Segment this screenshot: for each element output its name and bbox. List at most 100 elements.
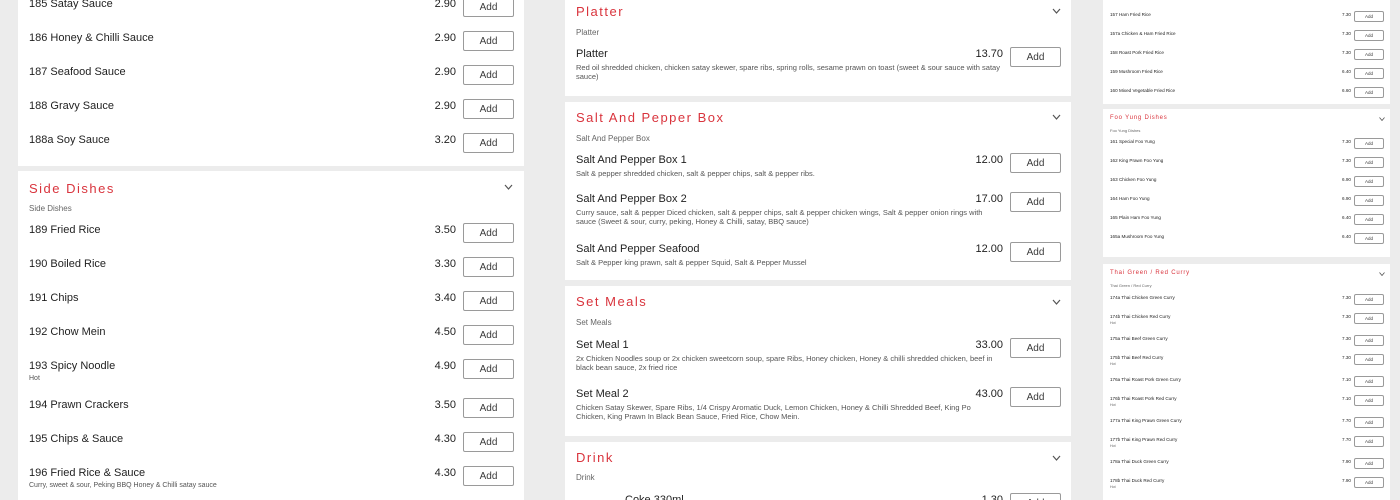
- menu-item-row: 178b Thai Duck Red Curry Hot 7.90 Add: [1103, 477, 1390, 492]
- chevron-down-icon[interactable]: [1379, 117, 1385, 121]
- item-name: 174a Thai Chicken Green Curry: [1110, 295, 1175, 300]
- item-price: 7.30: [1342, 139, 1351, 144]
- menu-item-row: 177b Thai King Prawn Red Curry Hot 7.70 Add: [1103, 436, 1390, 451]
- item-price: 4.50: [434, 326, 456, 338]
- add-to-cart-button[interactable]: Add: [1354, 335, 1384, 346]
- item-name: 185 Satay Sauce: [29, 0, 113, 10]
- add-to-cart-button[interactable]: Add: [1010, 47, 1061, 67]
- add-to-cart-button[interactable]: Add: [1354, 233, 1384, 244]
- add-to-cart-button[interactable]: Add: [463, 0, 514, 17]
- add-to-cart-button[interactable]: Add: [1354, 87, 1384, 98]
- menu-item-row: 188 Gravy Sauce 2.90 Add: [18, 99, 524, 130]
- item-price: 6.40: [1342, 69, 1351, 74]
- item-name: Salt And Pepper Box 1: [576, 154, 687, 166]
- menu-item-row: 162 King Prawn Foo Yung 7.30 Add: [1103, 157, 1390, 172]
- item-price: 33.00: [975, 339, 1003, 351]
- item-name: 157 Ham Fried Rice: [1110, 12, 1151, 17]
- item-name: Set Meal 1: [576, 339, 629, 351]
- menu-item-row: 175b Thai Beef Red Curry Hot 7.30 Add: [1103, 354, 1390, 369]
- menu-item-row: 189 Fried Rice 3.50 Add: [18, 223, 524, 254]
- side-dishes-card: Side Dishes Side Dishes 189 Fried Rice 3.…: [18, 171, 524, 500]
- item-description-line1: Curry sauce, salt & pepper Diced chicken…: [576, 208, 983, 217]
- add-to-cart-button[interactable]: Add: [1354, 354, 1384, 365]
- add-to-cart-button[interactable]: Add: [1010, 192, 1061, 212]
- add-to-cart-button[interactable]: Add: [463, 99, 514, 119]
- section-subtitle-salt-pepper: Salt And Pepper Box: [576, 134, 650, 143]
- menu-item-row: 193 Spicy Noodle Hot 4.90 Add: [18, 359, 524, 390]
- add-to-cart-button[interactable]: Add: [1354, 436, 1384, 447]
- item-price: 2.90: [434, 66, 456, 78]
- chevron-down-icon[interactable]: [1052, 114, 1061, 120]
- chevron-down-icon[interactable]: [1379, 272, 1385, 276]
- add-to-cart-button[interactable]: Add: [1354, 49, 1384, 60]
- item-description: Hot: [1110, 403, 1116, 407]
- add-to-cart-button[interactable]: Add: [1354, 395, 1384, 406]
- menu-item-row: 160 Mixed Vegetable Fried Rice 6.60 Add: [1103, 87, 1390, 102]
- section-title-salt-pepper: Salt And Pepper Box: [576, 110, 725, 125]
- item-price: 7.30: [1342, 295, 1351, 300]
- item-name: 157a Chicken & Ham Fried Rice: [1110, 31, 1176, 36]
- add-to-cart-button[interactable]: Add: [1354, 176, 1384, 187]
- item-price: 6.60: [1342, 88, 1351, 93]
- item-name: Salt And Pepper Seafood: [576, 243, 700, 255]
- chevron-down-icon[interactable]: [504, 184, 513, 190]
- add-to-cart-button[interactable]: Add: [1354, 157, 1384, 168]
- platter-card: Platter Platter Platter Red oil shredded …: [565, 0, 1071, 96]
- item-price: 2.90: [434, 32, 456, 44]
- item-price: 7.70: [1342, 437, 1351, 442]
- item-name: 190 Boiled Rice: [29, 258, 107, 270]
- menu-item-row: 186 Honey & Chilli Sauce 2.90 Add: [18, 31, 524, 62]
- add-to-cart-button[interactable]: Add: [1354, 294, 1384, 305]
- chevron-down-icon[interactable]: [1052, 8, 1061, 14]
- add-to-cart-button[interactable]: Add: [1354, 417, 1384, 428]
- add-to-cart-button[interactable]: Add: [1354, 376, 1384, 387]
- add-to-cart-button[interactable]: Add: [1010, 387, 1061, 407]
- item-name: 176a Thai Roast Pork Green Curry: [1110, 377, 1181, 382]
- add-to-cart-button[interactable]: Add: [1354, 214, 1384, 225]
- item-price: 7.90: [1342, 459, 1351, 464]
- add-to-cart-button[interactable]: Add: [463, 257, 514, 277]
- add-to-cart-button[interactable]: Add: [1010, 338, 1061, 358]
- item-price: 7.90: [1342, 478, 1351, 483]
- chevron-down-icon[interactable]: [1052, 455, 1061, 461]
- item-name: Set Meal 2: [576, 388, 629, 400]
- item-description: Hot: [1110, 321, 1116, 325]
- item-price: 6.90: [1342, 196, 1351, 201]
- add-to-cart-button[interactable]: Add: [1354, 11, 1384, 22]
- add-to-cart-button[interactable]: Add: [463, 133, 514, 153]
- add-to-cart-button[interactable]: Add: [463, 466, 514, 486]
- menu-item-row: 177a Thai King Prawn Green Curry 7.70 Add: [1103, 417, 1390, 432]
- item-name: 177a Thai King Prawn Green Curry: [1110, 418, 1182, 423]
- menu-item-row: 163 Chicken Foo Yung 6.90 Add: [1103, 176, 1390, 191]
- item-price: 4.30: [434, 467, 456, 479]
- add-to-cart-button[interactable]: Add: [463, 398, 514, 418]
- add-to-cart-button[interactable]: Add: [463, 325, 514, 345]
- add-to-cart-button[interactable]: Add: [1354, 195, 1384, 206]
- add-to-cart-button[interactable]: Add: [1354, 138, 1384, 149]
- item-price: 7.30: [1342, 314, 1351, 319]
- add-to-cart-button[interactable]: Add: [463, 31, 514, 51]
- thai-curry-card: Thai Green / Red Curry Thai Green / Red …: [1103, 264, 1390, 500]
- add-to-cart-button[interactable]: Add: [1354, 30, 1384, 41]
- add-to-cart-button[interactable]: Add: [463, 432, 514, 452]
- add-to-cart-button[interactable]: Add: [463, 291, 514, 311]
- item-price: 6.40: [1342, 234, 1351, 239]
- add-to-cart-button[interactable]: Add: [1010, 493, 1061, 500]
- add-to-cart-button[interactable]: Add: [1010, 242, 1061, 262]
- section-subtitle-platter: Platter: [576, 28, 600, 37]
- item-description-line2: black bean sauce, 2x fried rice: [576, 363, 678, 372]
- item-description-line2: Chicken, King Prawn In Black Bean Sauce,…: [576, 412, 800, 421]
- add-to-cart-button[interactable]: Add: [1010, 153, 1061, 173]
- add-to-cart-button[interactable]: Add: [463, 65, 514, 85]
- item-description-line1: 2x Chicken Noodles soup or 2x chicken sw…: [576, 354, 993, 363]
- add-to-cart-button[interactable]: Add: [1354, 477, 1384, 488]
- chevron-down-icon[interactable]: [1052, 299, 1061, 305]
- menu-item-row: Coke 330ml 1.30 Add: [565, 493, 1071, 500]
- add-to-cart-button[interactable]: Add: [1354, 458, 1384, 469]
- item-description: Curry, sweet & sour, Peking BBQ Honey & …: [29, 482, 217, 489]
- add-to-cart-button[interactable]: Add: [1354, 68, 1384, 79]
- add-to-cart-button[interactable]: Add: [463, 359, 514, 379]
- add-to-cart-button[interactable]: Add: [1354, 313, 1384, 324]
- add-to-cart-button[interactable]: Add: [463, 223, 514, 243]
- item-name: 165 Plain Ham Foo Yung: [1110, 215, 1161, 220]
